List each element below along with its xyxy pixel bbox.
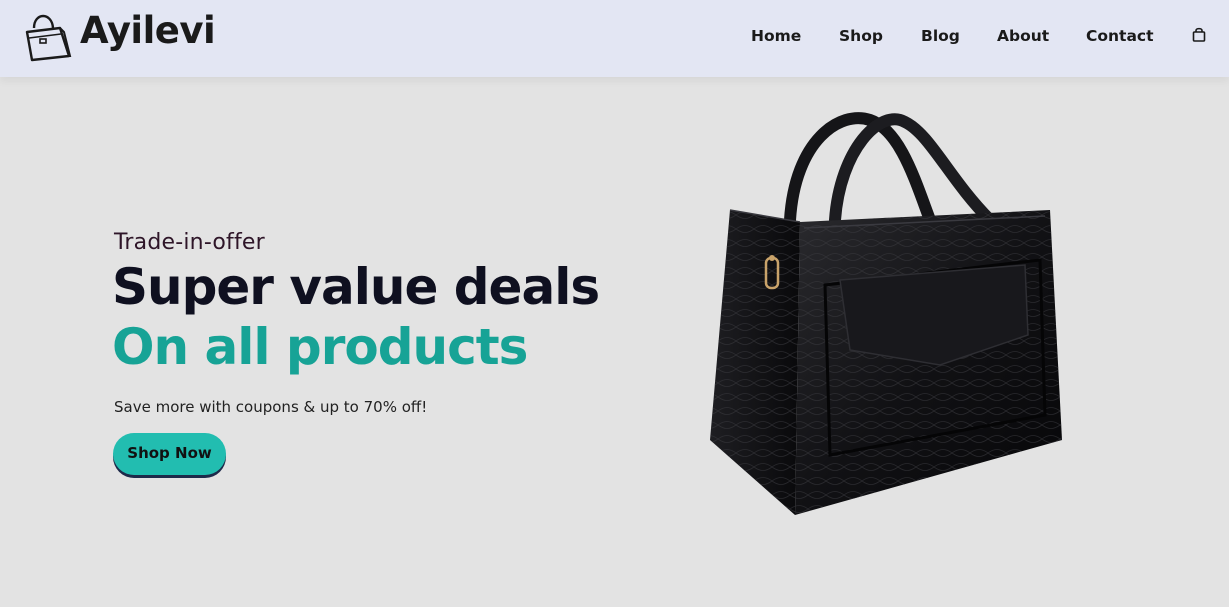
brand-logo[interactable]: Ayilevi xyxy=(20,6,216,62)
nav-contact[interactable]: Contact xyxy=(1086,27,1154,45)
brand-name: Ayilevi xyxy=(80,8,216,52)
nav-home[interactable]: Home xyxy=(751,27,801,45)
product-handbag-image xyxy=(710,112,1062,515)
hero-subtitle: Trade-in-offer xyxy=(114,230,265,255)
hero-title: Super value deals xyxy=(112,258,600,316)
nav-blog[interactable]: Blog xyxy=(921,27,960,45)
nav-shop[interactable]: Shop xyxy=(839,27,883,45)
shopping-bag-icon xyxy=(1192,27,1206,42)
hero-accent-title: On all products xyxy=(112,318,528,376)
nav-about[interactable]: About xyxy=(997,27,1049,45)
shop-now-button[interactable]: Shop Now xyxy=(113,433,226,475)
site-header: Ayilevi Home Shop Blog About Contact xyxy=(0,0,1229,77)
handbag-logo-icon xyxy=(25,14,72,62)
hero-description: Save more with coupons & up to 70% off! xyxy=(114,398,428,416)
